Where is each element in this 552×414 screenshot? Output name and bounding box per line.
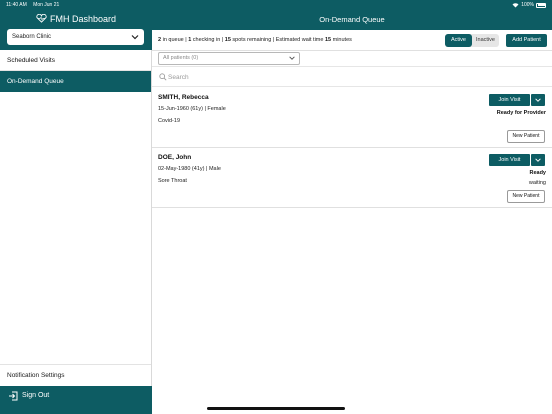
- toggle-active[interactable]: Active: [445, 34, 472, 47]
- app-title: FMH Dashboard: [0, 14, 152, 24]
- chevron-down-icon: [535, 158, 541, 162]
- chevron-down-icon: [289, 56, 295, 60]
- chevron-down-icon: [535, 98, 541, 102]
- sign-out-button[interactable]: Sign Out: [0, 386, 152, 414]
- sidebar: 11:40 AM Mon Jun 21 FMH Dashboard Seabor…: [0, 0, 152, 414]
- patient-filter-select[interactable]: All patients (0): [158, 52, 300, 65]
- join-visit-button[interactable]: Join Visit: [489, 154, 530, 166]
- sidebar-item-label: On-Demand Queue: [7, 78, 64, 85]
- patient-reason: Covid-19: [158, 118, 181, 124]
- toggle-inactive[interactable]: Inactive: [472, 34, 499, 47]
- add-patient-button[interactable]: Add Patient: [506, 34, 547, 47]
- sidebar-item-scheduled-visits[interactable]: Scheduled Visits: [0, 50, 151, 71]
- new-patient-badge[interactable]: New Patient: [507, 130, 545, 143]
- status-date: Mon Jun 21: [33, 2, 60, 8]
- page-title: On-Demand Queue: [319, 15, 385, 24]
- app-title-text: FMH Dashboard: [49, 14, 117, 24]
- wait-time-text: minutes: [331, 37, 352, 43]
- search-bar: [152, 66, 552, 87]
- sidebar-item-notification-settings[interactable]: Notification Settings: [0, 364, 151, 386]
- chevron-down-icon: [131, 35, 139, 40]
- sidebar-item-label: Scheduled Visits: [7, 57, 55, 64]
- join-visit-button[interactable]: Join Visit: [489, 94, 530, 106]
- search-icon: [159, 73, 167, 81]
- patient-row[interactable]: DOE, John 02-May-1980 (41y) | Male Sore …: [152, 148, 552, 208]
- active-toggle: Active Inactive: [445, 34, 499, 47]
- sidebar-item-on-demand-queue[interactable]: On-Demand Queue: [0, 71, 151, 92]
- search-input[interactable]: [168, 71, 368, 83]
- patient-name: DOE, John: [158, 154, 192, 161]
- sidebar-header: 11:40 AM Mon Jun 21 FMH Dashboard Seabor…: [0, 0, 152, 50]
- wifi-icon: [512, 2, 519, 7]
- patient-name: SMITH, Rebecca: [158, 94, 209, 101]
- sign-out-icon: [9, 391, 18, 401]
- patient-dob: 15-Jun-1960 (61y) | Female: [158, 106, 226, 112]
- sign-out-label: Sign Out: [22, 392, 50, 399]
- queue-count-text: in queue |: [161, 37, 189, 43]
- main-header: 100% On-Demand Queue: [152, 0, 552, 30]
- heart-logo-icon: [36, 14, 47, 23]
- spots-text: spots remaining | Estimated wait time: [230, 37, 325, 43]
- patient-status: Ready for Provider: [496, 110, 546, 116]
- sidebar-item-label: Notification Settings: [7, 372, 65, 379]
- new-patient-badge[interactable]: New Patient: [507, 190, 545, 203]
- battery-percent: 100%: [521, 2, 534, 8]
- checking-in-text: checking in |: [191, 37, 225, 43]
- battery-icon: [536, 2, 546, 8]
- status-bar-right: 100%: [512, 2, 546, 8]
- join-visit-dropdown[interactable]: [531, 94, 545, 106]
- queue-info-bar: 2 in queue | 1 checking in | 15 spots re…: [152, 30, 552, 51]
- status-bar-left: 11:40 AM Mon Jun 21: [6, 2, 64, 8]
- clinic-select[interactable]: Seaborn Clinic: [7, 29, 144, 45]
- patient-substatus: waiting: [528, 180, 546, 186]
- queue-summary: 2 in queue | 1 checking in | 15 spots re…: [158, 37, 352, 43]
- home-indicator[interactable]: [207, 407, 345, 410]
- status-time: 11:40 AM: [6, 2, 27, 8]
- patient-filter-value: All patients (0): [163, 55, 199, 61]
- patient-dob: 02-May-1980 (41y) | Male: [158, 166, 221, 172]
- join-visit-dropdown[interactable]: [531, 154, 545, 166]
- clinic-select-value: Seaborn Clinic: [12, 34, 52, 40]
- patient-status: Ready: [529, 170, 546, 176]
- patient-reason: Sore Throat: [158, 178, 187, 184]
- patient-row[interactable]: SMITH, Rebecca 15-Jun-1960 (61y) | Femal…: [152, 88, 552, 148]
